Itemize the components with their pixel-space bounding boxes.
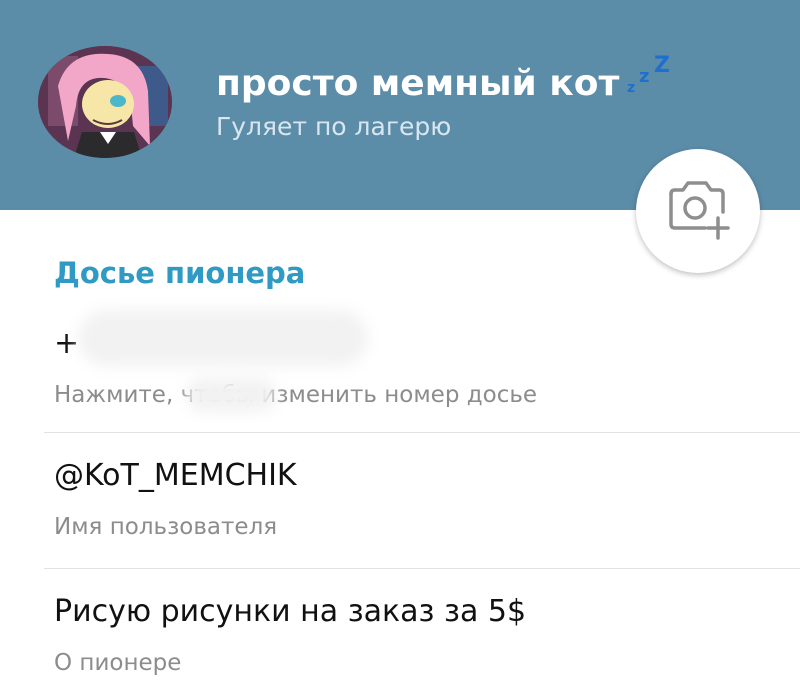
svg-text:z: z [639, 66, 649, 87]
section-title: Досье пионера [54, 256, 306, 290]
phone-number: + [54, 326, 80, 361]
divider [44, 432, 800, 433]
bio-caption: О пионере [54, 650, 182, 676]
username-value: @KoT_MEMCHIK [54, 458, 297, 493]
sleep-zzz-icon: z z Z [627, 52, 673, 98]
svg-text:z: z [627, 80, 635, 94]
bio-value: Рисую рисунки на заказ за 5$ [54, 594, 527, 629]
privacy-blur [78, 310, 368, 366]
privacy-blur [186, 378, 276, 412]
profile-status: Гуляет по лагерю [216, 112, 452, 141]
avatar[interactable] [38, 46, 172, 158]
divider [44, 568, 800, 569]
profile-name: просто мемный кот [216, 63, 620, 104]
phone-caption: Нажмите, чтобы изменить номер досье [54, 382, 538, 408]
set-photo-button[interactable] [636, 149, 760, 273]
add-photo-icon [665, 178, 731, 244]
username-caption: Имя пользователя [54, 514, 278, 540]
svg-text:Z: Z [654, 53, 670, 78]
